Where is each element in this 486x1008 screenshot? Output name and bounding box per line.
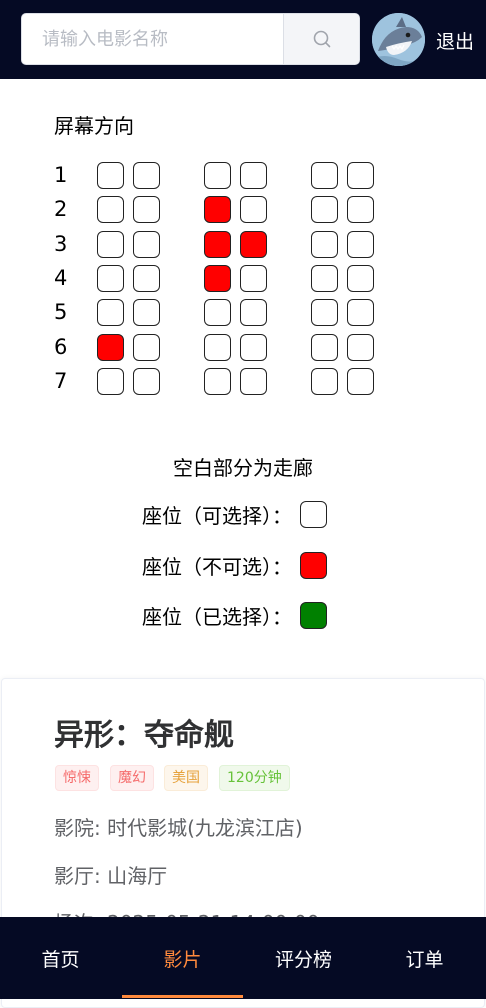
- legend-available-label: 座位（可选择）：: [142, 503, 292, 528]
- seat[interactable]: [347, 162, 374, 189]
- seat[interactable]: [97, 367, 124, 395]
- seat[interactable]: [133, 162, 160, 189]
- screen-direction-label: 屏幕方向: [54, 114, 134, 138]
- active-nav-indicator: [122, 995, 243, 998]
- seat: [204, 230, 231, 258]
- logout-link[interactable]: 退出: [436, 27, 474, 54]
- seat[interactable]: [311, 299, 338, 327]
- seat[interactable]: [97, 162, 124, 189]
- seat[interactable]: [133, 264, 160, 292]
- seat[interactable]: [311, 264, 338, 292]
- legend-sold-label: 座位（不可选）：: [142, 554, 292, 579]
- sold-seat-swatch: [300, 551, 327, 579]
- seat[interactable]: [347, 196, 374, 224]
- row-label: 3: [54, 231, 68, 256]
- seat[interactable]: [204, 162, 231, 189]
- seat[interactable]: [311, 367, 338, 395]
- seat[interactable]: [133, 196, 160, 224]
- seat[interactable]: [240, 196, 267, 224]
- seat[interactable]: [97, 264, 124, 292]
- nav-home[interactable]: 首页: [0, 917, 121, 999]
- cinema-info: 影院: 时代影城(九龙滨江店): [54, 816, 303, 840]
- search-icon: [313, 30, 330, 48]
- seat[interactable]: [204, 333, 231, 361]
- seat[interactable]: [240, 333, 267, 361]
- seat[interactable]: [347, 299, 374, 327]
- seat[interactable]: [133, 299, 160, 327]
- row-label: 4: [54, 265, 68, 290]
- seat[interactable]: [97, 299, 124, 327]
- seat[interactable]: [240, 264, 267, 292]
- hall-info: 影厅: 山海厅: [54, 864, 168, 888]
- search-box: [21, 13, 360, 65]
- avatar[interactable]: [372, 13, 425, 66]
- seat[interactable]: [97, 196, 124, 224]
- available-seat-swatch: [300, 500, 327, 528]
- selected-seat-swatch: [300, 601, 327, 629]
- genre-tag: 惊悚: [55, 765, 99, 791]
- seat: [204, 264, 231, 292]
- top-header: 退出: [0, 0, 486, 79]
- seat[interactable]: [240, 299, 267, 327]
- seat[interactable]: [133, 367, 160, 395]
- seat[interactable]: [133, 230, 160, 258]
- seat: [204, 196, 231, 224]
- seat: [97, 333, 124, 361]
- seat: [240, 230, 267, 258]
- search-input[interactable]: [22, 14, 286, 64]
- movie-title: 异形：夺命舰: [54, 718, 234, 753]
- seat[interactable]: [311, 196, 338, 224]
- row-label: 6: [54, 334, 68, 359]
- duration-tag: 120分钟: [219, 765, 290, 791]
- legend-title: 空白部分为走廊: [173, 456, 313, 480]
- seat[interactable]: [311, 162, 338, 189]
- seat[interactable]: [133, 333, 160, 361]
- seat[interactable]: [347, 333, 374, 361]
- row-label: 2: [54, 197, 68, 222]
- seat[interactable]: [97, 230, 124, 258]
- region-tag: 美国: [164, 765, 208, 791]
- legend-selected-label: 座位（已选择）：: [142, 604, 292, 629]
- seat[interactable]: [311, 333, 338, 361]
- seat[interactable]: [204, 367, 231, 395]
- row-label: 5: [54, 300, 68, 325]
- legend-available: 座位（可选择）：: [142, 499, 327, 529]
- legend-sold: 座位（不可选）：: [142, 550, 327, 580]
- seat[interactable]: [204, 299, 231, 327]
- legend-selected: 座位（已选择）：: [142, 600, 327, 630]
- nav-orders[interactable]: 订单: [364, 917, 485, 999]
- seat[interactable]: [347, 264, 374, 292]
- seat[interactable]: [347, 367, 374, 395]
- seat[interactable]: [240, 367, 267, 395]
- nav-movies[interactable]: 影片: [122, 917, 243, 999]
- seat[interactable]: [311, 230, 338, 258]
- row-label: 1: [54, 163, 68, 187]
- shark-avatar-icon: [372, 13, 425, 66]
- bottom-nav: 首页 影片 评分榜 订单: [0, 917, 486, 999]
- search-button[interactable]: [283, 14, 359, 64]
- nav-ratings[interactable]: 评分榜: [243, 917, 364, 999]
- seat[interactable]: [347, 230, 374, 258]
- row-label: 7: [54, 368, 68, 393]
- genre-tag: 魔幻: [110, 765, 154, 791]
- seat[interactable]: [240, 162, 267, 189]
